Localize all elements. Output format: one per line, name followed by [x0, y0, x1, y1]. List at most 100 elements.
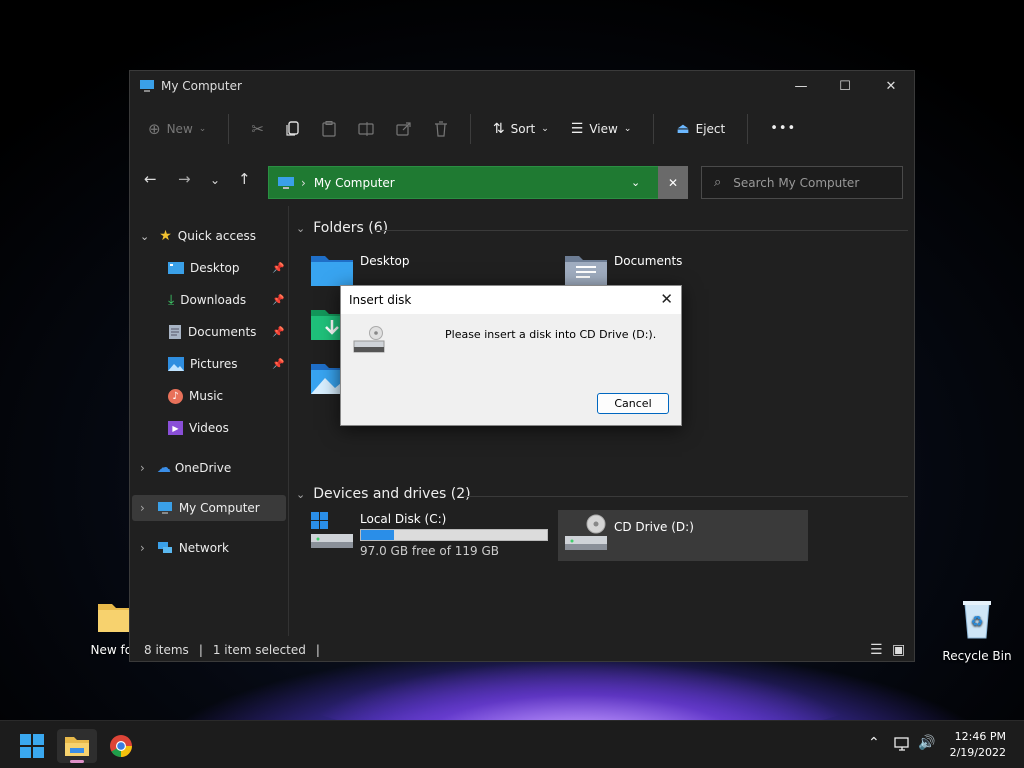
computer-icon [278, 176, 294, 189]
clock-date: 2/19/2022 [949, 746, 1006, 759]
cloud-icon: ☁ [156, 460, 171, 476]
tiles-view-icon[interactable]: ▣ [892, 642, 905, 658]
document-icon [169, 325, 181, 339]
dialog-close-icon[interactable]: ✕ [660, 290, 673, 308]
sort-button[interactable]: ⇅ Sort ⌄ [493, 121, 549, 137]
share-icon [396, 121, 411, 136]
taskbar-chrome[interactable] [101, 729, 141, 763]
address-clear-button[interactable]: ✕ [658, 166, 688, 199]
section-divider [376, 230, 908, 231]
trash-icon [434, 120, 447, 137]
desktop-folder-icon [311, 256, 353, 286]
scissors-icon: ✂ [251, 119, 264, 138]
forward-arrow-icon[interactable]: → [178, 170, 191, 188]
clear-icon: ✕ [667, 175, 679, 190]
address-history-chevron-icon[interactable]: ⌄ [631, 176, 640, 189]
music-note-icon: ♪ [168, 388, 183, 404]
sidebar-item-desktop[interactable]: Desktop 📌 [168, 255, 288, 281]
copy-button[interactable] [286, 120, 300, 137]
sidebar-item-my-computer[interactable]: › My Computer [132, 495, 286, 521]
cancel-button[interactable]: Cancel [597, 393, 669, 414]
address-bar[interactable]: › My Computer ⌄ [268, 166, 688, 199]
eject-button[interactable]: ⏏ Eject [676, 121, 725, 137]
drive-name: CD Drive (D:) [614, 520, 694, 534]
sidebar-item-label: Documents [188, 325, 257, 339]
sidebar-item-label: Network [178, 541, 229, 555]
clock-time: 12:46 PM [954, 730, 1006, 743]
back-arrow-icon[interactable]: ← [144, 170, 157, 188]
new-button[interactable]: ⊕ New ⌄ [148, 120, 206, 138]
windows-logo-icon [20, 734, 44, 758]
delete-button[interactable] [434, 120, 448, 137]
volume-icon[interactable]: 🔊 [918, 735, 935, 751]
sidebar-item-network[interactable]: › Network [140, 535, 229, 561]
chrome-icon [110, 735, 132, 757]
desktop-icon [168, 262, 184, 274]
status-divider: | [198, 643, 203, 657]
chevron-down-icon: ⌄ [140, 229, 150, 243]
desktop-icon-recycle-bin[interactable]: ♻ Recycle Bin [942, 598, 1012, 663]
status-divider: | [315, 643, 320, 657]
sidebar-item-documents[interactable]: Documents 📌 [168, 319, 288, 345]
section-divider [464, 496, 908, 497]
active-indicator [70, 760, 84, 763]
view-label: View [589, 121, 618, 136]
folder-name: Documents [614, 254, 683, 268]
sidebar-item-label: Music [189, 389, 224, 403]
breadcrumb-separator-icon: › [301, 175, 306, 190]
search-input[interactable]: ⌕ Search My Computer [701, 166, 903, 199]
devices-section-header[interactable]: ⌄ Devices and drives (2) [296, 486, 471, 502]
up-arrow-icon[interactable]: ↑ [238, 170, 251, 188]
maximize-button[interactable]: ☐ [822, 71, 868, 101]
more-options-button[interactable]: ••• [770, 121, 796, 136]
folders-section-header[interactable]: ⌄ Folders (6) [296, 220, 388, 236]
folder-documents[interactable]: Documents [564, 252, 682, 288]
rename-button[interactable] [358, 121, 374, 136]
file-explorer-icon [65, 737, 89, 756]
section-title: Folders (6) [313, 220, 389, 236]
system-clock[interactable]: 12:46 PM 2/19/2022 [950, 729, 1006, 761]
details-view-icon[interactable]: ☰ [870, 642, 883, 658]
drive-usage-fill [361, 530, 395, 540]
sidebar-item-pictures[interactable]: Pictures 📌 [168, 351, 288, 377]
sidebar-item-label: OneDrive [174, 461, 232, 475]
computer-icon [157, 502, 172, 514]
cut-button[interactable]: ✂ [251, 120, 264, 138]
sidebar-item-music[interactable]: ♪ Music [168, 383, 223, 409]
chevron-right-icon: › [140, 541, 145, 555]
divider [747, 113, 749, 144]
breadcrumb-my-computer[interactable]: My Computer [314, 176, 395, 190]
copy-icon [286, 120, 299, 136]
eject-label: Eject [695, 121, 726, 136]
show-hidden-icons-chevron-icon[interactable]: ⌃ [868, 735, 880, 751]
sidebar-item-quick-access[interactable]: ⌄ ★ Quick access [140, 223, 256, 249]
clipboard-icon [322, 120, 336, 137]
drive-local-disk-c[interactable]: Local Disk (C:) 97.0 GB free of 119 GB [310, 512, 548, 558]
share-button[interactable] [396, 121, 412, 136]
taskbar-file-explorer[interactable] [57, 729, 97, 763]
folder-desktop[interactable]: Desktop [310, 252, 410, 288]
sidebar-item-onedrive[interactable]: › ☁ OneDrive [140, 455, 231, 481]
network-status-icon[interactable] [894, 737, 912, 753]
plus-circle-icon: ⊕ [148, 119, 161, 138]
desktop-icon-label: Recycle Bin [942, 649, 1012, 663]
paste-button[interactable] [322, 120, 336, 137]
chevron-down-icon: ⌄ [623, 123, 632, 134]
start-button[interactable] [12, 729, 52, 763]
pin-icon: 📌 [272, 326, 285, 338]
sidebar-item-label: Desktop [190, 261, 240, 275]
windows-drive-icon [311, 512, 353, 548]
chevron-right-icon: › [140, 501, 145, 515]
sidebar-item-label: Pictures [190, 357, 238, 371]
close-button[interactable]: ✕ [868, 71, 914, 101]
sidebar-item-downloads[interactable]: ⤓ Downloads 📌 [168, 287, 288, 313]
sidebar-item-videos[interactable]: ▶ Videos [168, 415, 229, 441]
drive-cd-d[interactable]: CD Drive (D:) [558, 510, 808, 561]
dialog-title-bar[interactable]: Insert disk [341, 286, 681, 314]
minimize-button[interactable]: — [778, 71, 824, 101]
recent-locations-chevron-icon[interactable]: ⌄ [210, 173, 220, 187]
pane-divider [288, 206, 289, 636]
search-placeholder: Search My Computer [733, 175, 860, 190]
insert-disk-dialog: Insert disk ✕ Please insert a disk into … [340, 285, 682, 426]
view-button[interactable]: ☰ View ⌄ [571, 121, 632, 137]
